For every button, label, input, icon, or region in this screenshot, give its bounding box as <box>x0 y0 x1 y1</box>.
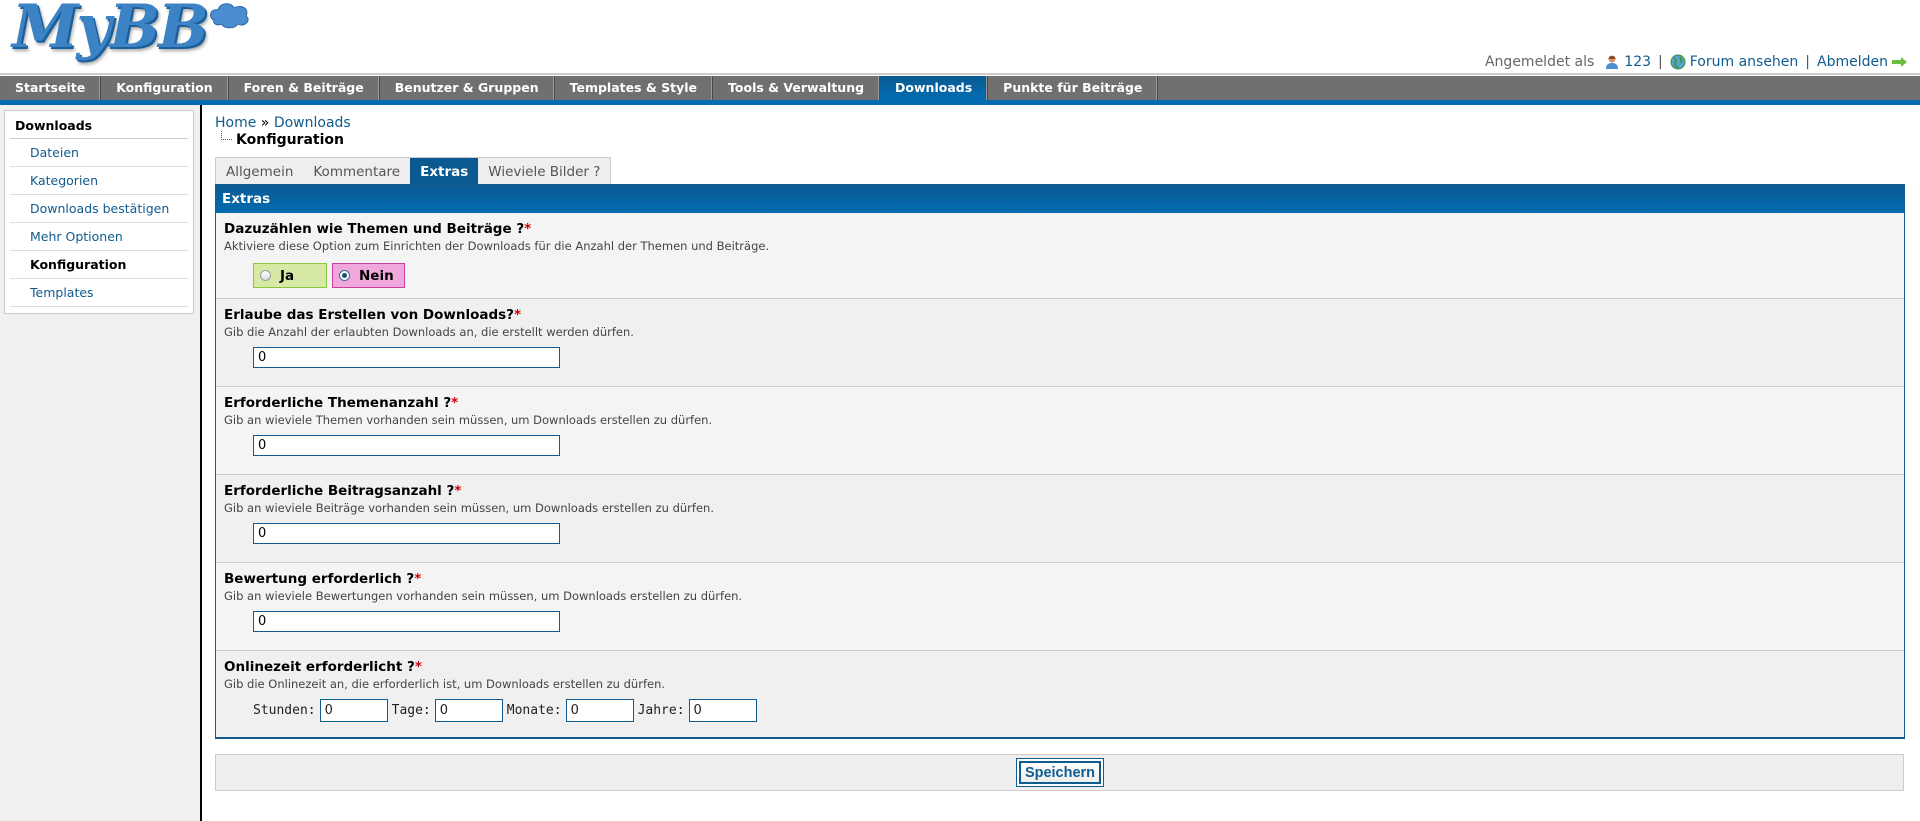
required-ratings-input[interactable]: 0 <box>253 611 560 632</box>
setting-row: Bewertung erforderlich ?* Gib an wieviel… <box>216 562 1904 650</box>
settings-tabs: Allgemein Kommentare Extras Wieviele Bil… <box>215 157 612 185</box>
required-marker: * <box>524 221 532 237</box>
months-label: Monate: <box>506 703 562 718</box>
nav-tab-startseite[interactable]: Startseite <box>0 76 102 100</box>
setting-row: Dazuzählen wie Themen und Beiträge ?* Ak… <box>216 213 1904 298</box>
setting-description: Gib an wieviele Bewertungen vorhanden se… <box>224 589 743 603</box>
nav-tab-benutzer-gruppen[interactable]: Benutzer & Gruppen <box>380 76 555 100</box>
breadcrumb-home[interactable]: Home <box>215 115 256 131</box>
main-nav: Startseite Konfiguration Foren & Beiträg… <box>0 76 1920 105</box>
sidebar-item-templates[interactable]: Templates <box>10 279 188 307</box>
separator: | <box>1805 54 1811 70</box>
setting-row: Erlaube das Erstellen von Downloads?* Gi… <box>216 298 1904 386</box>
sidebar-item-mehr-optionen[interactable]: Mehr Optionen <box>10 223 188 251</box>
user-icon <box>1606 55 1619 69</box>
globe-icon <box>1670 54 1686 70</box>
required-marker: * <box>514 307 522 323</box>
tab-extras[interactable]: Extras <box>410 158 479 185</box>
view-forum-link[interactable]: Forum ansehen <box>1690 54 1799 70</box>
save-button[interactable]: Speichern <box>1016 758 1104 787</box>
hours-input[interactable]: 0 <box>319 699 388 722</box>
left-sidebar: Downloads Dateien Kategorien Downloads b… <box>0 105 202 821</box>
sidebar-item-konfiguration[interactable]: Konfiguration <box>10 251 188 279</box>
setting-label: Dazuzählen wie Themen und Beiträge ?* <box>224 221 532 237</box>
user-bar: Angemeldet als 123 | Forum ansehen | Abm… <box>1485 54 1908 70</box>
radio-no[interactable]: Nein <box>332 263 405 288</box>
page-title: Konfiguration <box>236 132 344 148</box>
nav-tab-konfiguration[interactable]: Konfiguration <box>101 76 229 100</box>
setting-description: Gib an wieviele Themen vorhanden sein mü… <box>224 413 713 427</box>
breadcrumb-current: Konfiguration <box>221 131 344 148</box>
setting-label: Erforderliche Themenanzahl ?* <box>224 395 459 411</box>
sidebar-item-kategorien[interactable]: Kategorien <box>10 167 188 195</box>
logout-link[interactable]: Abmelden <box>1817 54 1888 70</box>
username-link[interactable]: 123 <box>1624 54 1651 70</box>
hours-label: Stunden: <box>253 703 316 718</box>
setting-description: Gib an wieviele Beiträge vorhanden sein … <box>224 501 714 515</box>
breadcrumb-downloads[interactable]: Downloads <box>274 115 351 131</box>
setting-description: Aktiviere diese Option zum Einrichten de… <box>224 239 770 253</box>
sidebar-title: Downloads <box>10 111 188 139</box>
settings-panel: Extras Dazuzählen wie Themen und Beiträg… <box>215 184 1905 739</box>
required-marker: * <box>451 395 459 411</box>
yes-no-radio-group: Ja Nein <box>253 263 405 288</box>
tab-allgemein[interactable]: Allgemein <box>216 158 303 185</box>
required-marker: * <box>414 659 422 675</box>
panel-header: Extras <box>216 185 1904 213</box>
nav-tab-foren-beitraege[interactable]: Foren & Beiträge <box>229 76 380 100</box>
nav-tab-templates-style[interactable]: Templates & Style <box>555 76 714 100</box>
days-label: Tage: <box>391 703 431 718</box>
years-label: Jahre: <box>637 703 685 718</box>
setting-label: Erforderliche Beitragsanzahl ?* <box>224 483 462 499</box>
setting-row: Erforderliche Beitragsanzahl ?* Gib an w… <box>216 474 1904 562</box>
setting-description: Gib die Anzahl der erlaubten Downloads a… <box>224 325 634 339</box>
tree-connector-icon <box>221 131 232 140</box>
breadcrumb-separator: » <box>260 115 270 131</box>
required-marker: * <box>454 483 462 499</box>
arrow-right-icon <box>1892 57 1907 67</box>
radio-button-unchecked[interactable] <box>260 270 271 281</box>
separator: | <box>1658 54 1663 70</box>
nav-tab-punkte[interactable]: Punkte für Beiträge <box>988 76 1159 100</box>
sidebar-item-downloads-bestaetigen[interactable]: Downloads bestätigen <box>10 195 188 223</box>
logged-in-label: Angemeldet als <box>1484 54 1595 70</box>
setting-label: Bewertung erforderlich ?* <box>224 571 422 587</box>
sidebar-menu: Downloads Dateien Kategorien Downloads b… <box>4 110 194 314</box>
tab-wieviele-bilder[interactable]: Wieviele Bilder ? <box>478 158 610 185</box>
sidebar-item-dateien[interactable]: Dateien <box>10 139 188 167</box>
years-input[interactable]: 0 <box>688 699 757 722</box>
setting-row: Erforderliche Themenanzahl ?* Gib an wie… <box>216 386 1904 474</box>
mybb-logo[interactable]: MyBB <box>8 0 249 68</box>
required-posts-input[interactable]: 0 <box>253 523 560 544</box>
breadcrumb: Home » Downloads <box>215 115 351 131</box>
radio-button-checked[interactable] <box>339 270 350 281</box>
radio-yes[interactable]: Ja <box>253 263 327 288</box>
months-input[interactable]: 0 <box>565 699 634 722</box>
setting-row: Onlinezeit erforderlicht ?* Gib die Onli… <box>216 650 1904 737</box>
setting-description: Gib die Onlinezeit an, die erforderlich … <box>224 677 666 691</box>
tab-kommentare[interactable]: Kommentare <box>303 158 410 185</box>
online-time-fields: Stunden: 0 Tage: 0 Monate: 0 Jahre: 0 <box>253 699 761 722</box>
logo-cloud-icon <box>210 3 249 29</box>
header-divider <box>0 73 1920 75</box>
required-threads-input[interactable]: 0 <box>253 435 560 456</box>
nav-tab-tools-verwaltung[interactable]: Tools & Verwaltung <box>713 76 881 100</box>
nav-tab-downloads[interactable]: Downloads <box>880 76 989 100</box>
required-marker: * <box>414 571 422 587</box>
setting-label: Onlinezeit erforderlicht ?* <box>224 659 422 675</box>
allowed-downloads-input[interactable]: 0 <box>253 347 560 368</box>
setting-label: Erlaube das Erstellen von Downloads?* <box>224 307 522 323</box>
logo-text: MyBB <box>12 0 209 62</box>
form-submit-bar: Speichern <box>215 754 1904 791</box>
days-input[interactable]: 0 <box>434 699 503 722</box>
